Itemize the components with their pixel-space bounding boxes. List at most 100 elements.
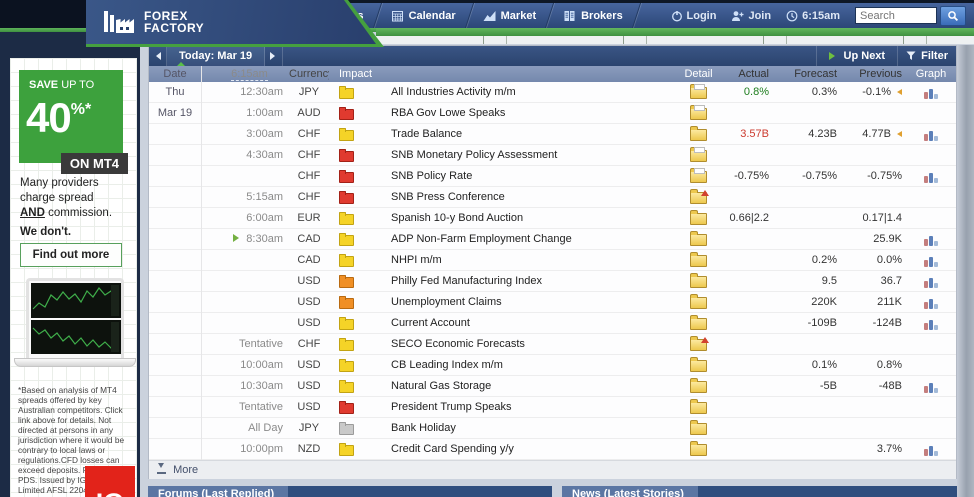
impact-cell[interactable]	[331, 103, 381, 124]
more-link[interactable]: More	[149, 460, 956, 479]
join-link[interactable]: Join	[731, 10, 771, 22]
forums-section-tab[interactable]: Forums (Last Replied)	[148, 486, 288, 497]
detail-cell[interactable]	[681, 124, 716, 145]
event-name[interactable]: Philly Fed Manufacturing Index	[381, 271, 681, 292]
forex-factory-logo[interactable]: FOREX FACTORY	[86, 0, 376, 44]
detail-cell[interactable]	[681, 292, 716, 313]
event-name[interactable]: RBA Gov Lowe Speaks	[381, 103, 681, 124]
detail-cell[interactable]	[681, 103, 716, 124]
impact-cell[interactable]	[331, 208, 381, 229]
graph-cell[interactable]	[904, 376, 958, 397]
red-impact-icon	[339, 109, 354, 120]
event-name[interactable]: SNB Press Conference	[381, 187, 681, 208]
impact-cell[interactable]	[331, 187, 381, 208]
event-name[interactable]: SNB Monetary Policy Assessment	[381, 145, 681, 166]
graph-cell[interactable]	[904, 271, 958, 292]
ig-logo[interactable]: IG	[85, 466, 135, 497]
impact-cell[interactable]	[331, 124, 381, 145]
detail-cell[interactable]	[681, 229, 716, 250]
date-cell: Thu	[149, 82, 201, 103]
nav-brokers[interactable]: Brokers	[550, 3, 636, 28]
nav-market[interactable]: Market	[470, 3, 549, 28]
detail-cell[interactable]	[681, 208, 716, 229]
impact-cell[interactable]	[331, 313, 381, 334]
impact-cell[interactable]	[331, 439, 381, 460]
detail-cell[interactable]	[681, 187, 716, 208]
login-link[interactable]: Login	[671, 10, 717, 22]
detail-cell[interactable]	[681, 313, 716, 334]
impact-cell[interactable]	[331, 229, 381, 250]
up-next-button[interactable]: Up Next	[816, 46, 898, 66]
impact-cell[interactable]	[331, 292, 381, 313]
graph-cell[interactable]	[904, 82, 958, 103]
previous-value: 0.8%	[839, 355, 904, 376]
graph-cell[interactable]	[904, 166, 958, 187]
event-name[interactable]: Trade Balance	[381, 124, 681, 145]
date-cell	[149, 397, 201, 418]
graph-cell[interactable]	[904, 229, 958, 250]
corner-fill	[0, 0, 86, 28]
event-name[interactable]: All Industries Activity m/m	[381, 82, 681, 103]
search-input[interactable]	[855, 7, 937, 24]
detail-cell[interactable]	[681, 418, 716, 439]
impact-cell[interactable]	[331, 397, 381, 418]
news-section-tab[interactable]: News (Latest Stories)	[562, 486, 698, 497]
graph-icon	[923, 381, 939, 394]
ad-upto-word: UP TO	[58, 79, 94, 91]
impact-cell[interactable]	[331, 250, 381, 271]
detail-cell[interactable]	[681, 250, 716, 271]
detail-cell[interactable]	[681, 334, 716, 355]
event-name[interactable]: Spanish 10-y Bond Auction	[381, 208, 681, 229]
detail-cell[interactable]	[681, 271, 716, 292]
currency-cell: CHF	[289, 334, 329, 355]
detail-cell[interactable]	[681, 439, 716, 460]
search-icon	[947, 10, 959, 22]
event-name[interactable]: Credit Card Spending y/y	[381, 439, 681, 460]
next-day-button[interactable]	[265, 46, 283, 66]
currency-cell: AUD	[289, 103, 329, 124]
ig-advertisement[interactable]: SAVE UP TO 40%* ON MT4 Many providers ch…	[10, 58, 137, 497]
today-tab[interactable]: Today: Mar 19	[167, 46, 265, 66]
nav-calendar[interactable]: Calendar	[378, 3, 469, 28]
event-name[interactable]: Natural Gas Storage	[381, 376, 681, 397]
previous-value: 4.77B	[839, 124, 904, 145]
table-row: Thu12:30amJPYAll Industries Activity m/m…	[149, 82, 956, 103]
impact-cell[interactable]	[331, 334, 381, 355]
event-name[interactable]: NHPI m/m	[381, 250, 681, 271]
prev-day-button[interactable]	[149, 46, 167, 66]
impact-cell[interactable]	[331, 376, 381, 397]
detail-cell[interactable]	[681, 145, 716, 166]
graph-cell[interactable]	[904, 292, 958, 313]
impact-cell[interactable]	[331, 82, 381, 103]
impact-cell[interactable]	[331, 271, 381, 292]
graph-cell[interactable]	[904, 124, 958, 145]
folder-icon	[690, 318, 707, 330]
impact-cell[interactable]	[331, 355, 381, 376]
event-name[interactable]: Current Account	[381, 313, 681, 334]
yellow-impact-icon	[339, 382, 354, 393]
detail-cell[interactable]	[681, 376, 716, 397]
event-name[interactable]: SECO Economic Forecasts	[381, 334, 681, 355]
event-name[interactable]: SNB Policy Rate	[381, 166, 681, 187]
search-button[interactable]	[940, 6, 966, 26]
clock-time[interactable]: 6:15am	[786, 10, 840, 22]
detail-cell[interactable]	[681, 166, 716, 187]
event-name[interactable]: Bank Holiday	[381, 418, 681, 439]
detail-cell[interactable]	[681, 82, 716, 103]
detail-cell[interactable]	[681, 397, 716, 418]
impact-cell[interactable]	[331, 166, 381, 187]
filter-button[interactable]: Filter	[897, 46, 956, 66]
graph-cell[interactable]	[904, 250, 958, 271]
impact-cell[interactable]	[331, 418, 381, 439]
impact-cell[interactable]	[331, 145, 381, 166]
event-name[interactable]: Unemployment Claims	[381, 292, 681, 313]
graph-cell[interactable]	[904, 313, 958, 334]
col-time-timezone[interactable]: 6:15am	[231, 68, 268, 81]
find-out-more-button[interactable]: Find out more	[20, 243, 122, 267]
event-name[interactable]: CB Leading Index m/m	[381, 355, 681, 376]
detail-cell[interactable]	[681, 355, 716, 376]
ad-banner-green-band[interactable]	[376, 28, 974, 36]
event-name[interactable]: ADP Non-Farm Employment Change	[381, 229, 681, 250]
event-name[interactable]: President Trump Speaks	[381, 397, 681, 418]
graph-cell[interactable]	[904, 439, 958, 460]
